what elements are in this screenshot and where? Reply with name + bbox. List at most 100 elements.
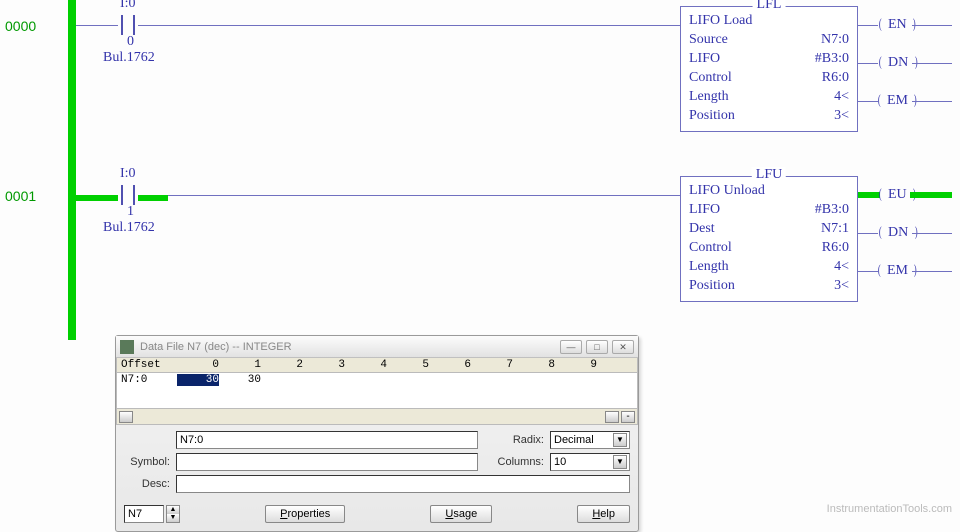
- output-en: EN: [888, 17, 907, 33]
- param-value: #B3:0: [815, 200, 849, 219]
- contact-bit: 0: [127, 34, 134, 50]
- col-hdr: 1: [219, 359, 261, 371]
- param-label: LIFO: [689, 49, 720, 68]
- wire: [858, 233, 878, 234]
- radix-value: Decimal: [554, 434, 594, 446]
- param-value: 4<: [834, 87, 849, 106]
- instruction-mnemonic: LFL: [753, 0, 786, 13]
- data-cell-selected[interactable]: 30: [177, 374, 219, 386]
- wire-energized: [138, 195, 168, 201]
- col-hdr: 8: [513, 359, 555, 371]
- ladder-left-rail: [68, 0, 76, 340]
- col-hdr: 0: [177, 359, 219, 371]
- param-value: 3<: [834, 276, 849, 295]
- param-value: N7:0: [821, 30, 849, 49]
- symbol-field[interactable]: [176, 453, 478, 471]
- collapse-button[interactable]: -: [621, 411, 635, 423]
- param-label: Dest: [689, 219, 715, 238]
- data-file-window[interactable]: Data File N7 (dec) -- INTEGER — □ ✕ Offs…: [115, 335, 639, 532]
- file-field[interactable]: [124, 505, 164, 523]
- titlebar[interactable]: Data File N7 (dec) -- INTEGER — □ ✕: [116, 336, 638, 358]
- wire: [138, 195, 680, 196]
- wire: [858, 63, 878, 64]
- help-button[interactable]: Help: [577, 505, 630, 523]
- wire: [912, 63, 952, 64]
- param-label: Control: [689, 238, 732, 257]
- data-header: Offset0123456789: [116, 358, 638, 373]
- close-button[interactable]: ✕: [612, 340, 634, 354]
- desc-field[interactable]: [176, 475, 630, 493]
- maximize-button[interactable]: □: [586, 340, 608, 354]
- minimize-button[interactable]: —: [560, 340, 582, 354]
- col-hdr: 5: [387, 359, 429, 371]
- instruction-title: LIFO Load: [689, 11, 752, 30]
- columns-combo[interactable]: 10▼: [550, 453, 630, 471]
- output-eu: EU: [888, 187, 907, 203]
- contact-desc: Bul.1762: [103, 220, 155, 236]
- properties-label: roperties: [287, 508, 330, 520]
- scroll-right-button[interactable]: [605, 411, 619, 423]
- desc-label: Desc:: [124, 478, 170, 490]
- wire: [912, 101, 952, 102]
- wire: [138, 25, 680, 26]
- col-hdr: 4: [345, 359, 387, 371]
- watermark: InstrumentationTools.com: [827, 503, 952, 515]
- wire: [858, 25, 878, 26]
- wire-energized: [76, 195, 118, 201]
- wire-energized: [910, 192, 952, 198]
- param-value: 3<: [834, 106, 849, 125]
- rung-number: 0001: [5, 188, 36, 204]
- output-em: EM: [887, 263, 908, 279]
- param-value: R6:0: [822, 68, 849, 87]
- usage-button[interactable]: Usage: [430, 505, 492, 523]
- data-cell[interactable]: 30: [219, 374, 261, 386]
- output-em: EM: [887, 93, 908, 109]
- contact-address: I:0: [120, 166, 136, 182]
- chevron-down-icon[interactable]: ▼: [613, 455, 627, 469]
- xic-contact[interactable]: [118, 185, 138, 205]
- wire: [858, 101, 878, 102]
- spin-up-icon[interactable]: ▲: [167, 506, 179, 514]
- instruction-box-lfu[interactable]: LFU LIFO Unload LIFO#B3:0 DestN7:1 Contr…: [680, 176, 858, 302]
- wire: [912, 233, 952, 234]
- col-hdr: 9: [555, 359, 597, 371]
- contact-desc: Bul.1762: [103, 50, 155, 66]
- col-hdr: 3: [303, 359, 345, 371]
- help-label: elp: [600, 508, 615, 520]
- wire: [76, 25, 118, 26]
- wire: [912, 271, 952, 272]
- data-grid[interactable]: N7:03030: [116, 373, 638, 409]
- contact-bit: 1: [127, 204, 134, 220]
- file-spinner[interactable]: ▲▼: [124, 505, 180, 523]
- row-address: N7:0: [121, 374, 177, 386]
- offset-label: Offset: [121, 359, 177, 371]
- instruction-mnemonic: LFU: [752, 167, 786, 183]
- scrollbar[interactable]: -: [116, 409, 638, 425]
- xic-contact[interactable]: [118, 15, 138, 35]
- properties-button[interactable]: Properties: [265, 505, 345, 523]
- param-label: LIFO: [689, 200, 720, 219]
- columns-label: Columns:: [484, 456, 544, 468]
- col-hdr: 6: [429, 359, 471, 371]
- symbol-label: Symbol:: [124, 456, 170, 468]
- param-label: Source: [689, 30, 728, 49]
- wire: [912, 25, 952, 26]
- param-value: R6:0: [822, 238, 849, 257]
- radix-label: Radix:: [484, 434, 544, 446]
- wire-energized: [858, 192, 880, 198]
- output-dn: DN: [888, 55, 908, 71]
- param-value: N7:1: [821, 219, 849, 238]
- wire: [858, 271, 878, 272]
- param-label: Position: [689, 276, 735, 295]
- chevron-down-icon[interactable]: ▼: [613, 433, 627, 447]
- contact-address: I:0: [120, 0, 136, 12]
- param-value: #B3:0: [815, 49, 849, 68]
- scroll-left-button[interactable]: [119, 411, 133, 423]
- instruction-box-lfl[interactable]: LFL LIFO Load SourceN7:0 LIFO#B3:0 Contr…: [680, 6, 858, 132]
- output-dn: DN: [888, 225, 908, 241]
- rung-number: 0000: [5, 18, 36, 34]
- radix-combo[interactable]: Decimal ▼: [550, 431, 630, 449]
- instruction-title: LIFO Unload: [689, 181, 765, 200]
- address-field[interactable]: [176, 431, 478, 449]
- param-label: Position: [689, 106, 735, 125]
